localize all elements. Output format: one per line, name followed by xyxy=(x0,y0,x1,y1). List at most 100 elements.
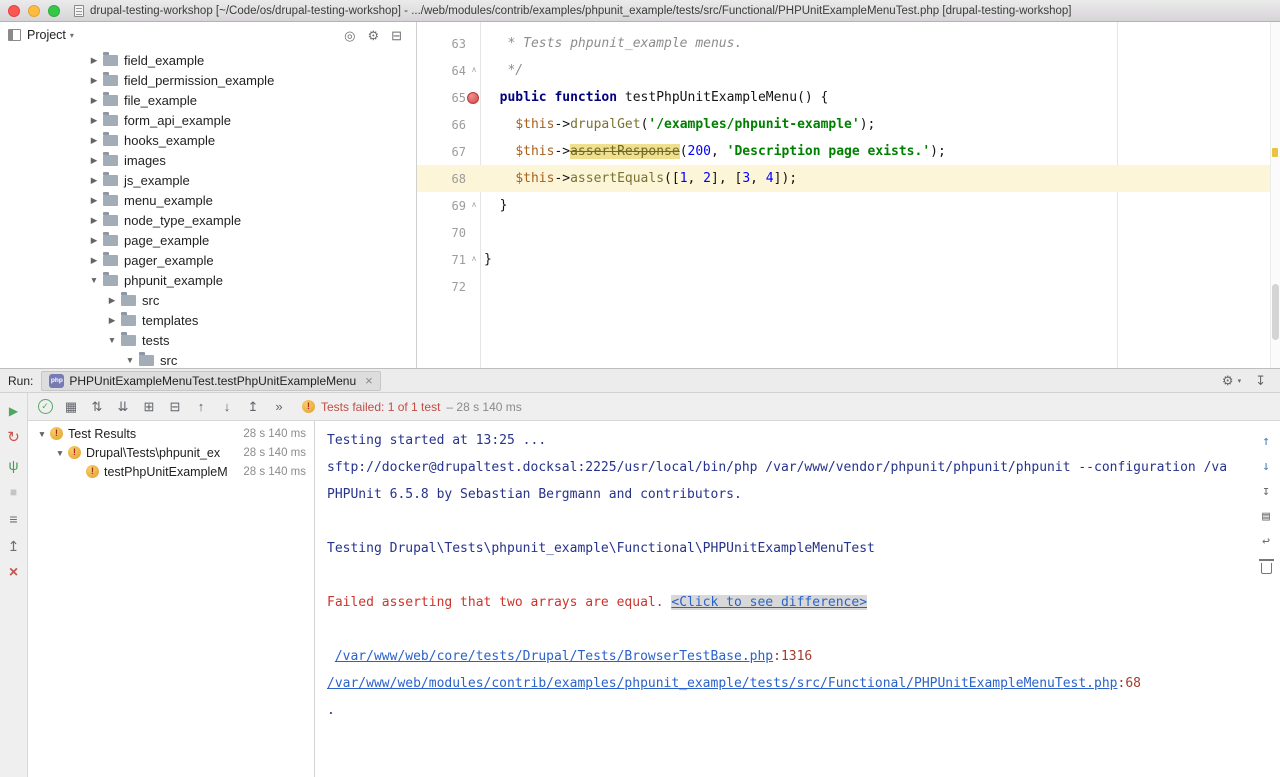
hide-panel-icon[interactable]: ⊟ xyxy=(391,29,402,42)
stacktrace-link[interactable]: /var/www/web/core/tests/Drupal/Tests/Bro… xyxy=(335,649,773,664)
test-history-icon[interactable]: ≡ xyxy=(0,505,27,532)
expand-all-icon[interactable]: ⊞ xyxy=(136,396,162,418)
tree-item-file_example[interactable]: ▶file_example xyxy=(0,90,416,110)
fold-marker-icon[interactable]: ∧ xyxy=(471,65,477,74)
project-panel-title[interactable]: Project xyxy=(27,28,66,42)
stacktrace-link[interactable]: <Click to see difference> xyxy=(671,595,867,610)
fold-marker-icon[interactable]: ∧ xyxy=(471,200,477,209)
print-icon[interactable]: ▤ xyxy=(1256,506,1276,527)
clear-console-icon[interactable] xyxy=(1256,556,1276,577)
chevron-right-icon[interactable]: ▶ xyxy=(88,115,100,126)
code-line-65[interactable]: 65 public function testPhpUnitExampleMen… xyxy=(417,84,1280,111)
hide-panel-icon[interactable]: ↧ xyxy=(1255,374,1266,387)
sort-alphabetically-icon[interactable]: ⇅ xyxy=(84,396,110,418)
code-line-69[interactable]: 69∧ } xyxy=(417,192,1280,219)
show-passed-icon[interactable]: ✓ xyxy=(32,396,58,418)
chevron-down-icon[interactable]: ▼ xyxy=(54,448,66,458)
chevron-down-icon[interactable]: ▼ xyxy=(88,275,100,285)
code-line-68[interactable]: 68 $this->assertEquals([1, 2], [3, 4]); xyxy=(417,165,1280,192)
tree-item-templates[interactable]: ▶templates xyxy=(0,310,416,330)
chevron-right-icon[interactable]: ▶ xyxy=(88,75,100,86)
more-icon[interactable]: » xyxy=(266,396,292,418)
chevron-right-icon[interactable]: ▶ xyxy=(88,215,100,226)
close-window-icon[interactable] xyxy=(8,5,20,17)
chevron-right-icon[interactable]: ▶ xyxy=(106,295,118,306)
code-line-66[interactable]: 66 $this->drupalGet('/examples/phpunit-e… xyxy=(417,111,1280,138)
stacktrace-link[interactable]: /var/www/web/modules/contrib/examples/ph… xyxy=(327,676,1118,691)
chevron-right-icon[interactable]: ▶ xyxy=(88,155,100,166)
test-node-testPhpUnitExampleM[interactable]: testPhpUnitExampleM28 s 140 ms xyxy=(28,462,314,481)
failed-test-gutter-icon[interactable] xyxy=(467,92,479,104)
rerun-failed-tests-icon[interactable]: ↻ xyxy=(0,424,27,451)
import-test-results-icon[interactable]: ↥ xyxy=(240,396,266,418)
collapse-all-icon[interactable]: ⊟ xyxy=(162,396,188,418)
tree-item-js_example[interactable]: ▶js_example xyxy=(0,170,416,190)
test-console[interactable]: Testing started at 13:25 ...sftp://docke… xyxy=(315,421,1280,777)
down-stack-trace-icon[interactable]: ↓ xyxy=(1256,456,1276,477)
fold-marker-icon[interactable]: ∧ xyxy=(471,254,477,263)
chevron-down-icon[interactable]: ▼ xyxy=(124,355,136,365)
minimize-window-icon[interactable] xyxy=(28,5,40,17)
stop-icon[interactable]: ■ xyxy=(0,478,27,505)
export-test-results-icon[interactable]: ↥ xyxy=(0,532,27,559)
test-node-Drupal-Tests-phpunit-ex[interactable]: ▼Drupal\Tests\phpunit_ex28 s 140 ms xyxy=(28,443,314,462)
chevron-right-icon[interactable]: ▶ xyxy=(106,315,118,326)
chevron-right-icon[interactable]: ▶ xyxy=(88,255,100,266)
tree-item-field_permission_example[interactable]: ▶field_permission_example xyxy=(0,70,416,90)
tree-item-pager_example[interactable]: ▶pager_example xyxy=(0,250,416,270)
chevron-right-icon[interactable]: ▶ xyxy=(88,135,100,146)
code-token: $this xyxy=(515,171,554,186)
run-tab[interactable]: php PHPUnitExampleMenuTest.testPhpUnitEx… xyxy=(41,371,380,391)
sort-by-duration-icon[interactable]: ⇊ xyxy=(110,396,136,418)
code-line-63[interactable]: 63 * Tests phpunit_example menus. xyxy=(417,30,1280,57)
settings-gear-icon[interactable]: ⚙ xyxy=(367,29,379,42)
scroll-to-end-icon[interactable]: ↧ xyxy=(1256,481,1276,502)
test-node-Test-Results[interactable]: ▼Test Results28 s 140 ms xyxy=(28,424,314,443)
code-line-71[interactable]: 71∧} xyxy=(417,246,1280,273)
chevron-down-icon[interactable]: ▼ xyxy=(36,429,48,439)
chevron-right-icon[interactable]: ▶ xyxy=(88,195,100,206)
tree-item-src[interactable]: ▼src xyxy=(0,350,416,368)
chevron-right-icon[interactable]: ▶ xyxy=(88,95,100,106)
tree-item-form_api_example[interactable]: ▶form_api_example xyxy=(0,110,416,130)
code-line-72[interactable]: 72 xyxy=(417,273,1280,300)
folder-icon xyxy=(103,175,118,186)
test-node-duration: 28 s 140 ms xyxy=(237,466,306,478)
chevron-right-icon[interactable]: ▶ xyxy=(88,55,100,66)
tree-item-menu_example[interactable]: ▶menu_example xyxy=(0,190,416,210)
tree-item-tests[interactable]: ▼tests xyxy=(0,330,416,350)
code-line-67[interactable]: 67 $this->assertResponse(200, 'Descripti… xyxy=(417,138,1280,165)
chevron-right-icon[interactable]: ▶ xyxy=(88,175,100,186)
zoom-window-icon[interactable] xyxy=(48,5,60,17)
tree-item-phpunit_example[interactable]: ▼phpunit_example xyxy=(0,270,416,290)
settings-gear-icon[interactable]: ⚙ xyxy=(1222,374,1234,387)
code-line-70[interactable]: 70 xyxy=(417,219,1280,246)
warning-stripe-mark[interactable] xyxy=(1272,148,1278,157)
close-icon[interactable]: × xyxy=(0,559,27,586)
folder-icon xyxy=(121,335,136,346)
chevron-right-icon[interactable]: ▶ xyxy=(88,235,100,246)
tree-item-hooks_example[interactable]: ▶hooks_example xyxy=(0,130,416,150)
tree-item-images[interactable]: ▶images xyxy=(0,150,416,170)
code-line-64[interactable]: 64∧ */ xyxy=(417,57,1280,84)
chevron-down-icon[interactable]: ▾ xyxy=(70,31,74,40)
chevron-down-icon[interactable]: ▼ xyxy=(106,335,118,345)
scrollbar-thumb[interactable] xyxy=(1272,284,1279,340)
tree-item-node_type_example[interactable]: ▶node_type_example xyxy=(0,210,416,230)
show-console-icon[interactable]: ▦ xyxy=(58,396,84,418)
locate-file-icon[interactable]: ◎ xyxy=(344,29,355,42)
toggle-auto-test-icon[interactable]: ψ xyxy=(0,451,27,478)
previous-failed-test-icon[interactable]: ↑ xyxy=(188,396,214,418)
tree-item-page_example[interactable]: ▶page_example xyxy=(0,230,416,250)
rerun-tests-icon[interactable]: ▶ xyxy=(0,397,27,424)
gutter-line-71: 71∧ xyxy=(417,246,480,273)
soft-wrap-icon[interactable]: ↩ xyxy=(1256,531,1276,552)
next-failed-test-icon[interactable]: ↓ xyxy=(214,396,240,418)
tree-item-field_example[interactable]: ▶field_example xyxy=(0,50,416,70)
editor-code-area[interactable]: 63 * Tests phpunit_example menus.64∧ */6… xyxy=(417,30,1280,300)
close-tab-icon[interactable]: × xyxy=(365,374,373,387)
editor[interactable]: 63 * Tests phpunit_example menus.64∧ */6… xyxy=(417,22,1280,368)
editor-scrollbar[interactable] xyxy=(1270,22,1280,368)
up-stack-trace-icon[interactable]: ↑ xyxy=(1256,431,1276,452)
tree-item-src[interactable]: ▶src xyxy=(0,290,416,310)
